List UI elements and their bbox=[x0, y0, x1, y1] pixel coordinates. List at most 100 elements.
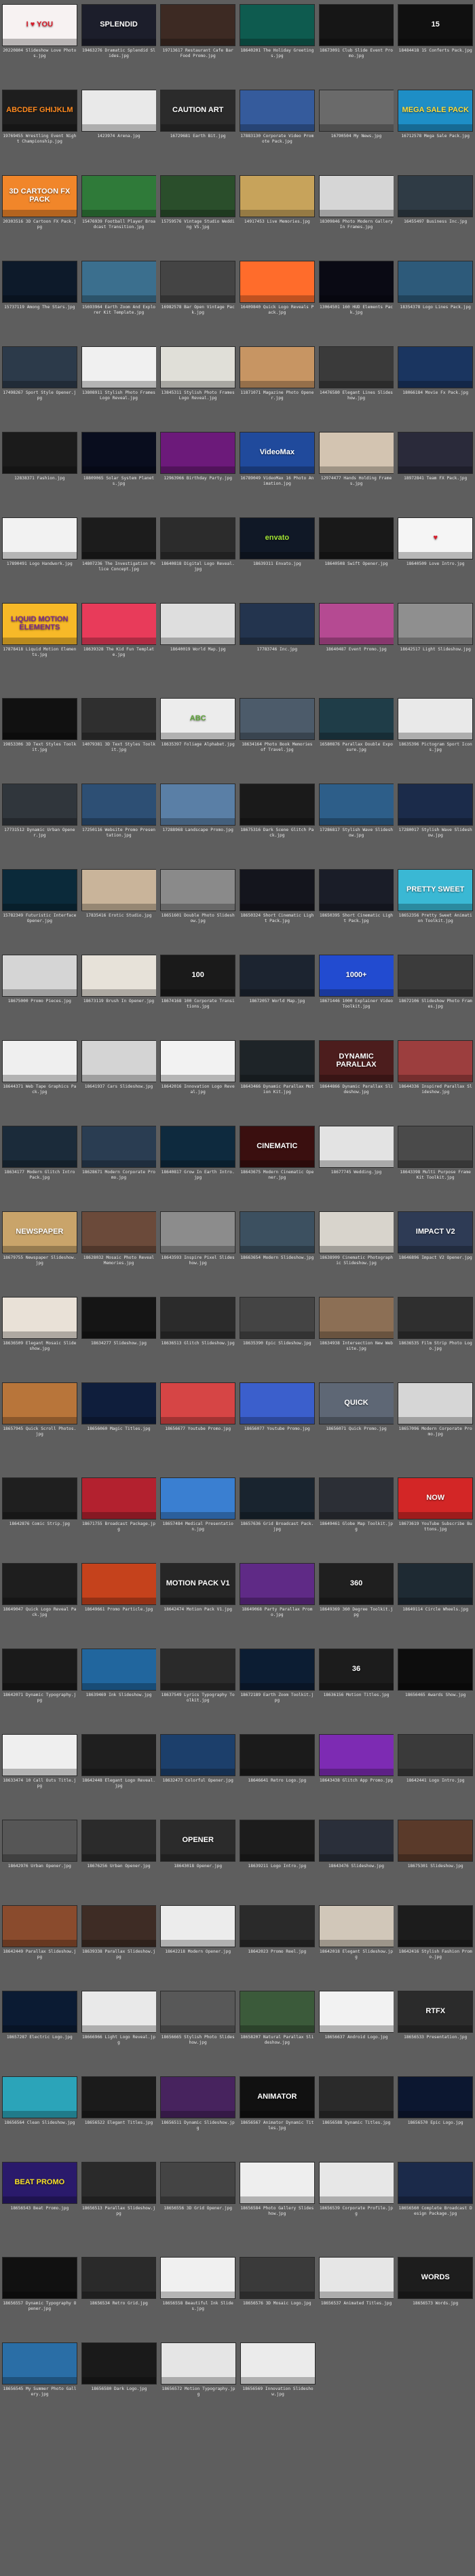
thumbnail-image[interactable] bbox=[398, 603, 474, 645]
thumbnail-image[interactable] bbox=[240, 955, 315, 997]
thumbnail-image[interactable] bbox=[160, 1382, 236, 1424]
thumbnail-tile[interactable]: 18639211 Logo Intro.jpg bbox=[240, 1820, 315, 1901]
thumbnail-tile[interactable]: 18628671 Modern Corporate Promo.jpg bbox=[81, 1126, 157, 1207]
thumbnail-caption[interactable]: 18656539 Corporate Profile.jpg bbox=[320, 2206, 394, 2217]
thumbnail-tile[interactable]: 18649047 Quick Logo Reveal Pack.jpg bbox=[2, 1563, 77, 1644]
thumbnail-tile[interactable]: NOW 18673619 YouTube Subscribe Buttons.jp… bbox=[398, 1477, 474, 1559]
thumbnail-tile[interactable]: 18656511 Dynamic Slideshow.jpg bbox=[160, 2076, 236, 2158]
thumbnail-caption[interactable]: 18642474 Motion Pack V1.jpg bbox=[161, 1607, 235, 1613]
thumbnail-tile[interactable]: 18642016 Innovation Logo Reveal.jpg bbox=[160, 1040, 236, 1122]
thumbnail-tile[interactable]: 18309846 Photo Modern Gallery In Frames.… bbox=[318, 175, 394, 257]
thumbnail-caption[interactable]: 18633474 10 Call Outs Title.jpg bbox=[3, 1778, 77, 1789]
thumbnail-caption[interactable]: 17288968 Landscape Promo.jpg bbox=[161, 828, 235, 833]
thumbnail-image[interactable]: MOTION PACK V1 bbox=[160, 1563, 236, 1605]
thumbnail-image[interactable] bbox=[398, 1649, 474, 1691]
thumbnail-caption[interactable]: 18656060 Magic Titles.jpg bbox=[82, 1427, 156, 1432]
thumbnail-tile[interactable]: 18657636 Grid Broadcast Pack.jpg bbox=[240, 1477, 315, 1559]
thumbnail-image[interactable] bbox=[240, 1297, 315, 1339]
thumbnail-caption[interactable]: 18650395 Short Cinematic Light Pack.jpg bbox=[320, 913, 394, 924]
thumbnail-tile[interactable]: 16409840 Quick Logo Reveals Pack.jpg bbox=[240, 261, 315, 342]
thumbnail-image[interactable] bbox=[398, 2162, 474, 2204]
thumbnail-image[interactable] bbox=[240, 1040, 315, 1082]
thumbnail-image[interactable] bbox=[2, 517, 77, 559]
thumbnail-image[interactable]: SPLENDID bbox=[81, 4, 157, 46]
thumbnail-tile[interactable]: 14917453 Live Memories.jpg bbox=[240, 175, 315, 257]
thumbnail-caption[interactable]: 18657945 Quick Scroll Photos.jpg bbox=[3, 1427, 77, 1437]
thumbnail-caption[interactable]: 18639469 Ink Slideshow.jpg bbox=[82, 1693, 156, 1698]
thumbnail-caption[interactable]: 18309846 Photo Modern Gallery In Frames.… bbox=[320, 219, 394, 230]
thumbnail-image[interactable] bbox=[2, 1040, 77, 1082]
thumbnail-caption[interactable]: 15737119 Among The Stars.jpg bbox=[3, 305, 77, 310]
thumbnail-caption[interactable]: 11871071 Magazine Photo Opener.jpg bbox=[240, 390, 314, 401]
thumbnail-caption[interactable]: 18643593 Inspire Pixel Slideshow.jpg bbox=[161, 1255, 235, 1266]
thumbnail-image[interactable] bbox=[160, 1477, 236, 1520]
thumbnail-caption[interactable]: 18656637 Android Logo.jpg bbox=[320, 2035, 394, 2040]
thumbnail-image[interactable] bbox=[240, 1820, 315, 1862]
thumbnail-image[interactable] bbox=[2, 1649, 77, 1691]
thumbnail-image[interactable]: WORDS bbox=[398, 2257, 474, 2299]
thumbnail-image[interactable] bbox=[160, 517, 236, 559]
thumbnail-image[interactable] bbox=[160, 1991, 236, 2033]
thumbnail-tile[interactable]: WORDS 18656573 Words.jpg bbox=[398, 2257, 474, 2338]
thumbnail-image[interactable]: PRETTY SWEET bbox=[398, 869, 474, 911]
thumbnail-caption[interactable]: 18656543 Beat Promo.jpg bbox=[3, 2206, 77, 2211]
thumbnail-image[interactable] bbox=[160, 1649, 236, 1691]
thumbnail-tile[interactable]: 18675000 Promo Pieces.jpg bbox=[2, 955, 77, 1036]
thumbnail-tile[interactable]: 18672106 Slideshow Photo Frames.jpg bbox=[398, 955, 474, 1036]
thumbnail-image[interactable] bbox=[81, 261, 157, 303]
thumbnail-tile[interactable]: 18643476 Slideshow.jpg bbox=[318, 1820, 394, 1901]
thumbnail-tile[interactable]: 18628032 Mosaic Photo Reveal Memories.jp… bbox=[81, 1211, 157, 1293]
thumbnail-image[interactable] bbox=[318, 432, 394, 474]
thumbnail-image[interactable] bbox=[160, 261, 236, 303]
thumbnail-caption[interactable]: 18649047 Quick Logo Reveal Pack.jpg bbox=[3, 1607, 77, 1618]
thumbnail-image[interactable] bbox=[2, 1126, 77, 1168]
thumbnail-image[interactable] bbox=[240, 2162, 315, 2204]
thumbnail-caption[interactable]: 18354378 Logo Lines Pack.jpg bbox=[398, 305, 472, 310]
thumbnail-tile[interactable]: 17280017 Stylish Wave Slideshow.jpg bbox=[398, 784, 474, 865]
thumbnail-image[interactable]: QUICK bbox=[318, 1382, 394, 1424]
thumbnail-tile[interactable]: 18354378 Logo Lines Pack.jpg bbox=[398, 261, 474, 342]
thumbnail-caption[interactable]: 18672106 Slideshow Photo Frames.jpg bbox=[398, 999, 472, 1010]
thumbnail-caption[interactable]: 18675301 Slideshow.jpg bbox=[398, 1864, 472, 1869]
thumbnail-tile[interactable]: ♥ 18640509 Love Intro.jpg bbox=[398, 517, 474, 599]
thumbnail-tile[interactable]: 18637549 Lyrics Typography Toolkit.jpg bbox=[160, 1649, 236, 1730]
thumbnail-caption[interactable]: 18652356 Pretty Sweet Animation Toolkit.… bbox=[398, 913, 472, 924]
thumbnail-tile[interactable]: 18640201 The Holiday Greetings.jpg bbox=[240, 4, 315, 86]
thumbnail-tile[interactable]: 18649461 Globe Map Toolkit.jpg bbox=[318, 1477, 394, 1559]
thumbnail-tile[interactable]: 18644371 Web Tape Graphics Pack.jpg bbox=[2, 1040, 77, 1122]
thumbnail-caption[interactable]: 18675000 Promo Pieces.jpg bbox=[3, 999, 77, 1004]
thumbnail-image[interactable]: CAUTION ART bbox=[160, 90, 236, 132]
thumbnail-caption[interactable]: 18640508 Swift Opener.jpg bbox=[320, 562, 394, 567]
thumbnail-tile[interactable]: VideoMax 16789049 VideoMax 16 Photo Anima… bbox=[240, 432, 315, 513]
thumbnail-tile[interactable]: 3D CARTOON FX PACK 20303516 3D Cartoon FX… bbox=[2, 175, 77, 257]
thumbnail-image[interactable] bbox=[398, 175, 474, 217]
thumbnail-caption[interactable]: 14917453 Live Memories.jpg bbox=[240, 219, 314, 225]
thumbnail-caption[interactable]: 18636513 Glitch Slideshow.jpg bbox=[161, 1341, 235, 1346]
thumbnail-image[interactable] bbox=[398, 1297, 474, 1339]
thumbnail-caption[interactable]: 18646896 Impact V2 Opener.jpg bbox=[398, 1255, 472, 1261]
thumbnail-tile[interactable]: 18656534 Retro Grid.jpg bbox=[81, 2257, 157, 2338]
thumbnail-image[interactable]: 360 bbox=[318, 1563, 394, 1605]
thumbnail-tile[interactable]: 18649661 Promo Particle.jpg bbox=[81, 1563, 157, 1644]
thumbnail-caption[interactable]: 18656465 Awards Show.jpg bbox=[398, 1693, 472, 1698]
thumbnail-tile[interactable]: 18656576 3D Mosaic Logo.jpg bbox=[240, 2257, 315, 2338]
thumbnail-image[interactable]: IMPACT V2 bbox=[398, 1211, 474, 1253]
thumbnail-tile[interactable]: ABC 18635397 Foliage Alphabet.jpg bbox=[160, 698, 236, 779]
thumbnail-image[interactable] bbox=[240, 1477, 315, 1520]
thumbnail-image[interactable]: MEGA SALE PACK bbox=[398, 90, 474, 132]
thumbnail-tile[interactable]: 18657945 Quick Scroll Photos.jpg bbox=[2, 1382, 77, 1464]
thumbnail-tile[interactable]: 18663654 Modern Slideshow.jpg bbox=[240, 1211, 315, 1293]
thumbnail-image[interactable]: 3D CARTOON FX PACK bbox=[2, 175, 77, 217]
thumbnail-caption[interactable]: 18656513 Parallax Slideshow.jpg bbox=[82, 2206, 156, 2217]
thumbnail-image[interactable] bbox=[2, 1477, 77, 1520]
thumbnail-caption[interactable]: 18677745 Wedding.jpg bbox=[320, 1170, 394, 1175]
thumbnail-tile[interactable]: 17731512 Dynamic Urban Opener.jpg bbox=[2, 784, 77, 865]
thumbnail-tile[interactable]: 18656637 Android Logo.jpg bbox=[318, 1991, 394, 2072]
thumbnail-tile[interactable]: 18635396 Pictogram Sport Icons.jpg bbox=[398, 698, 474, 779]
thumbnail-tile[interactable]: 1423974 Arena.jpg bbox=[81, 90, 157, 171]
thumbnail-image[interactable]: DYNAMIC PARALLAX bbox=[318, 1040, 394, 1082]
thumbnail-tile[interactable]: 18656465 Awards Show.jpg bbox=[398, 1649, 474, 1730]
thumbnail-caption[interactable]: 18635390 Epic Slideshow.jpg bbox=[240, 1341, 314, 1346]
thumbnail-tile[interactable]: 18639338 Parallax Slideshow.jpg bbox=[81, 1905, 157, 1987]
thumbnail-image[interactable] bbox=[81, 1040, 157, 1082]
